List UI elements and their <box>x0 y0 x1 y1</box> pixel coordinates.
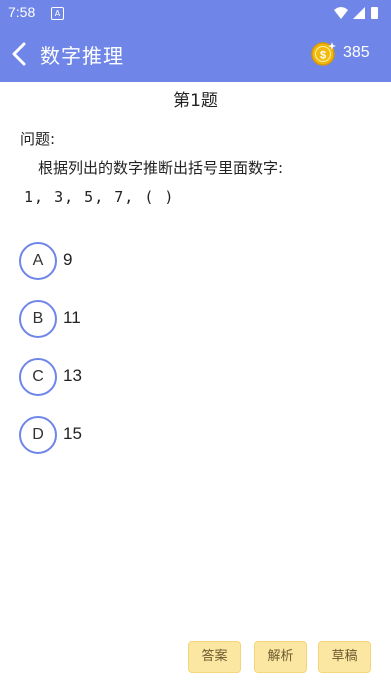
option-letter: B <box>19 300 57 338</box>
option-value: 13 <box>63 366 82 385</box>
svg-text:$: $ <box>320 50 326 62</box>
app-bar: 数字推理 $ 385 <box>0 26 391 82</box>
draft-button[interactable]: 草稿 <box>318 641 371 673</box>
status-time: 7:58 <box>8 4 36 20</box>
coin-icon: $ <box>311 42 336 66</box>
option-c[interactable]: C 13 <box>19 358 219 396</box>
analysis-button[interactable]: 解析 <box>254 641 307 673</box>
option-value: 11 <box>63 308 81 327</box>
question-text: 根据列出的数字推断出括号里面数字: <box>38 159 284 177</box>
option-letter: A <box>19 242 57 280</box>
battery-icon <box>371 7 378 19</box>
coin-count: 385 <box>343 44 370 61</box>
option-b[interactable]: B 11 <box>19 300 219 338</box>
answer-button[interactable]: 答案 <box>188 641 241 673</box>
question-label: 问题: <box>20 130 56 148</box>
page-title: 数字推理 <box>40 44 124 68</box>
signal-icon <box>353 7 365 19</box>
status-icons <box>334 7 378 19</box>
wifi-icon <box>334 7 348 19</box>
option-value: 15 <box>63 424 82 443</box>
option-letter: C <box>19 358 57 396</box>
notification-a-icon: A <box>51 7 64 20</box>
option-value: 9 <box>63 250 73 269</box>
option-d[interactable]: D 15 <box>19 416 219 454</box>
option-letter: D <box>19 416 57 454</box>
status-bar: 7:58 A <box>0 0 391 26</box>
back-arrow-icon[interactable] <box>10 42 30 66</box>
option-a[interactable]: A 9 <box>19 242 219 280</box>
question-number: 第1题 <box>173 91 218 111</box>
question-sequence: 1, 3, 5, 7, ( ) <box>24 188 175 206</box>
